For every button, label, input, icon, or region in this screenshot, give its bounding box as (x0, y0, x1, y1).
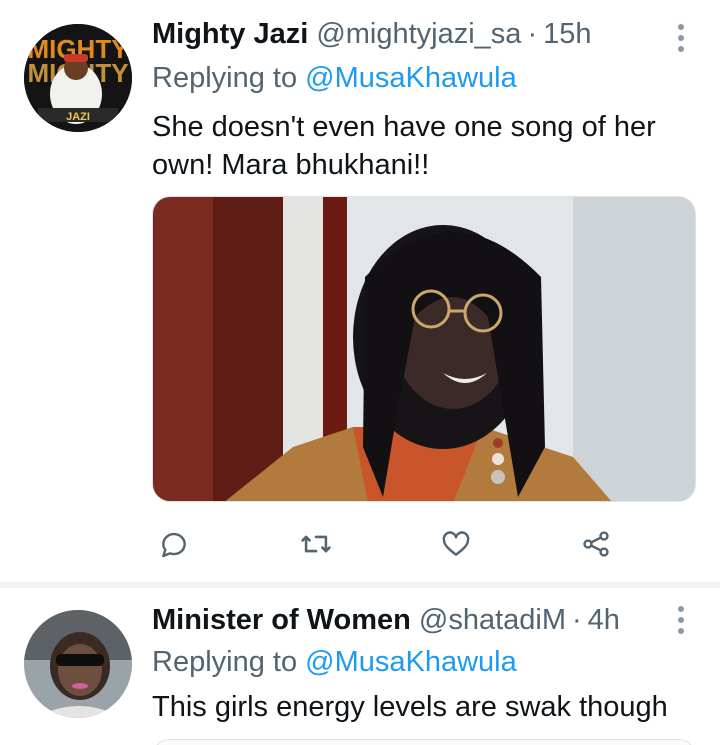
tweet-text: She doesn't even have one song of her ow… (152, 111, 656, 181)
avatar-image (24, 610, 132, 718)
separator-dot: · (572, 604, 582, 636)
mention-link[interactable]: @MusaKhawula (305, 62, 517, 94)
tweet-text: This girls energy levels are swak though (152, 691, 668, 723)
user-handle[interactable]: @mightyjazi_sa (316, 18, 521, 51)
avatar-image: MIGHTY MIGHTY JAZI (24, 24, 132, 132)
tweet-media-preview[interactable] (152, 739, 696, 745)
more-options-icon[interactable] (676, 24, 686, 52)
separator-dot: · (527, 18, 538, 50)
avatar-caption: JAZI (66, 111, 90, 123)
tweet-header: Minister of Women @shatadiM · 4h (152, 604, 620, 644)
display-name[interactable]: Mighty Jazi (152, 18, 308, 51)
mention-link[interactable]: @MusaKhawula (305, 646, 517, 678)
like-icon[interactable] (436, 524, 476, 564)
replying-prefix: Replying to (152, 62, 298, 94)
timestamp[interactable]: 4h (588, 604, 620, 637)
user-handle[interactable]: @shatadiM (419, 604, 566, 637)
display-name[interactable]: Minister of Women (152, 604, 411, 637)
tweet-media-image[interactable] (152, 196, 696, 502)
tweet-header: Mighty Jazi @mightyjazi_sa · 15h (152, 18, 592, 58)
share-icon[interactable] (576, 524, 616, 564)
replying-to: Replying to @MusaKhawula (152, 646, 517, 679)
replying-to: Replying to @MusaKhawula (152, 62, 517, 95)
more-options-icon[interactable] (676, 606, 686, 634)
replying-prefix: Replying to (152, 646, 298, 678)
tweet[interactable]: Minister of Women @shatadiM · 4h Replyin… (0, 588, 720, 745)
tweet[interactable]: MIGHTY MIGHTY JAZI Mighty Jazi @mightyja… (0, 0, 720, 582)
tweet-actions (0, 524, 720, 564)
avatar[interactable]: MIGHTY MIGHTY JAZI (24, 24, 132, 132)
retweet-icon[interactable] (296, 524, 336, 564)
media-photo (153, 197, 695, 501)
timestamp[interactable]: 15h (543, 18, 591, 51)
avatar[interactable] (24, 610, 132, 718)
reply-icon[interactable] (154, 524, 194, 564)
